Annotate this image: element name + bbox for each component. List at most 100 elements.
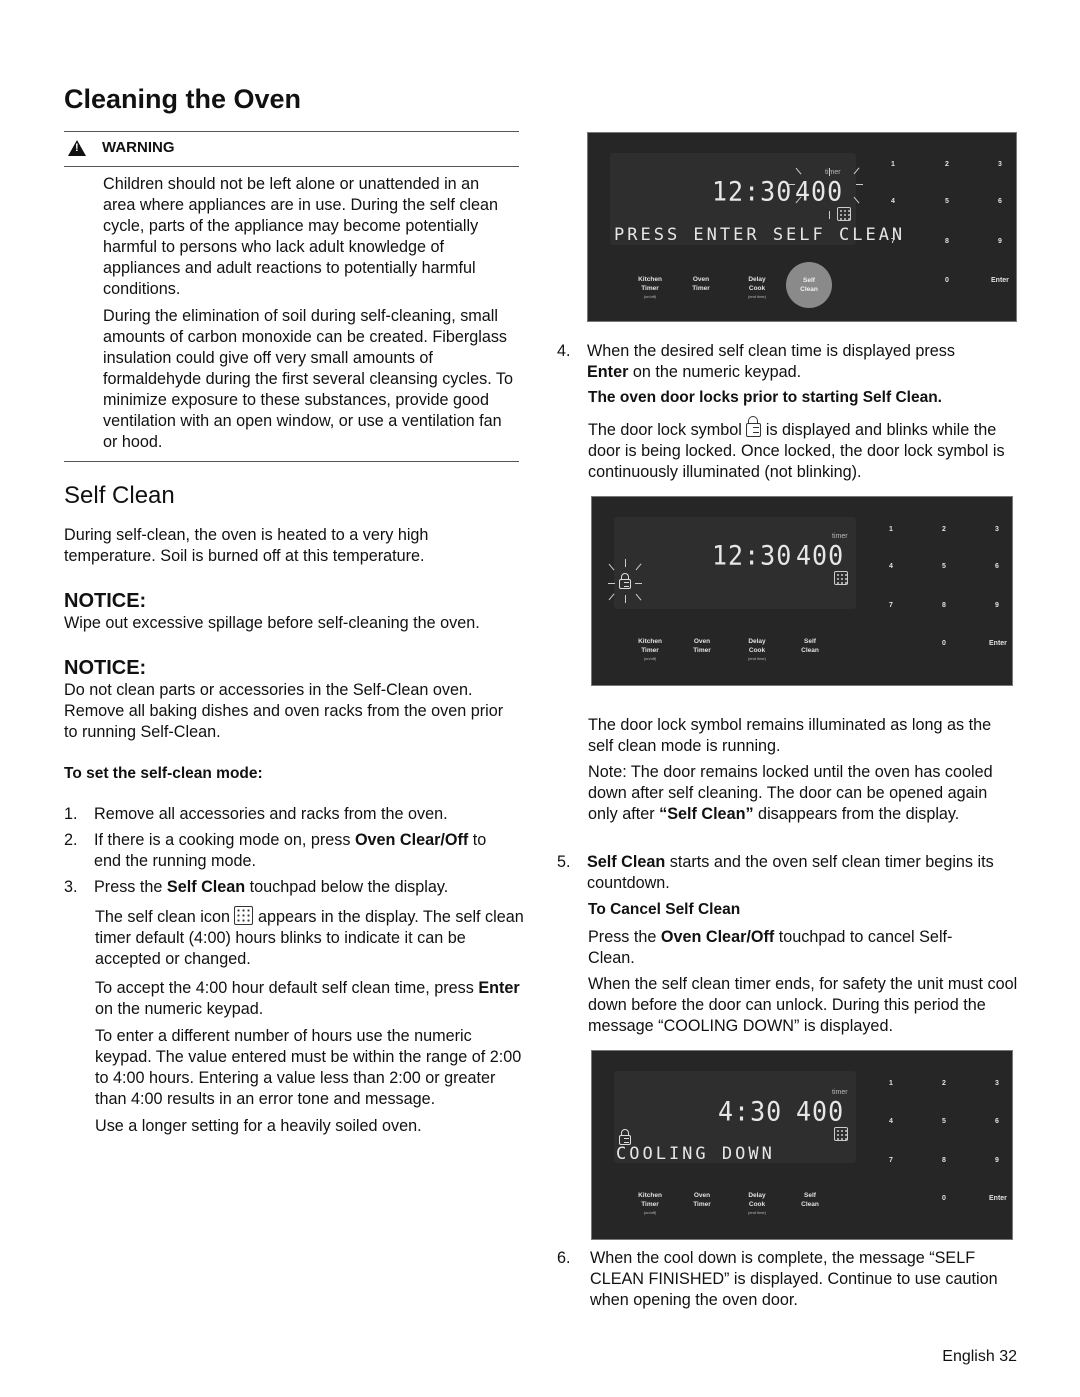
clock-readout: 12:30 — [712, 540, 793, 571]
timer-readout: 400 — [796, 540, 845, 571]
keypad-key[interactable]: 7 — [891, 238, 895, 245]
notice-text: Do not clean parts or accessories in the… — [64, 681, 504, 741]
keypad-key[interactable]: 4 — [891, 198, 895, 205]
keypad-key[interactable]: 5 — [942, 1118, 946, 1125]
keypad-key[interactable]: 9 — [995, 602, 999, 609]
page-footer: English 32 — [942, 1348, 1017, 1365]
keypad-key[interactable]: 8 — [945, 238, 949, 245]
blink-ray — [829, 168, 831, 176]
keypad-key[interactable]: 0 — [942, 1195, 946, 1202]
step3-different-text: To enter a different number of hours use… — [95, 1027, 522, 1108]
keypad-key[interactable]: 7 — [889, 1157, 893, 1164]
self-clean-icon — [834, 571, 848, 585]
kitchen-timer-button[interactable]: Kitchen Timer (on/off) — [620, 1191, 680, 1216]
section-heading: Self Clean — [64, 482, 175, 509]
set-mode-heading: To set the self-clean mode: — [64, 765, 263, 782]
oven-control-panel: 12:30 timer 400 Kitchen Timer (on/off) Ove… — [591, 496, 1013, 686]
keypad-key[interactable]: 1 — [891, 161, 895, 168]
warning-header: WARNING — [68, 139, 175, 156]
keypad-key[interactable]: 8 — [942, 1157, 946, 1164]
keypad-key[interactable]: 0 — [945, 277, 949, 284]
oven-control-panel: 12:30 timer 400 PRESS ENTER SELF CLEAN K… — [587, 132, 1017, 322]
timer-readout: 400 — [796, 1096, 845, 1127]
cooling-text: When the self clean timer ends, for safe… — [588, 975, 1018, 1035]
notice-text: Wipe out excessive spillage before self-… — [64, 614, 480, 632]
delay-cook-button[interactable]: Delay Cook (end time) — [727, 275, 787, 300]
kitchen-timer-button[interactable]: Kitchen Timer (on/off) — [620, 637, 680, 662]
self-clean-icon — [837, 207, 851, 221]
keypad-key[interactable]: 0 — [942, 640, 946, 647]
lock-heading: The oven door locks prior to starting Se… — [588, 389, 942, 406]
cancel-text: Press the Oven Clear/Off touchpad to can… — [588, 928, 953, 967]
timer-label: timer — [832, 533, 848, 540]
blink-ray — [635, 583, 642, 585]
keypad-key[interactable]: 6 — [995, 1118, 999, 1125]
list-item: 2. If there is a cooking mode on, press … — [64, 831, 487, 870]
lock-text: The door lock symbol is displayed and bl… — [588, 416, 1005, 481]
keypad-key[interactable]: 2 — [942, 526, 946, 533]
keypad-key[interactable]: 9 — [998, 238, 1002, 245]
self-clean-button[interactable]: Self Clean — [780, 1191, 840, 1209]
timer-label: timer — [832, 1089, 848, 1096]
blink-ray — [625, 595, 627, 603]
delay-cook-button[interactable]: Delay Cook (end time) — [727, 637, 787, 662]
delay-cook-button[interactable]: Delay Cook (end time) — [727, 1191, 787, 1216]
warning-paragraph: Children should not be left alone or una… — [103, 175, 499, 298]
keypad-key[interactable]: 9 — [995, 1157, 999, 1164]
clock-readout: 4:30 — [718, 1096, 783, 1127]
warning-label: WARNING — [102, 139, 175, 156]
blink-ray — [608, 583, 615, 585]
self-clean-icon — [834, 1127, 848, 1141]
keypad-key[interactable]: 7 — [889, 602, 893, 609]
timer-readout: 400 — [795, 176, 844, 207]
oven-timer-button[interactable]: Oven Timer — [672, 637, 732, 655]
blink-ray — [625, 559, 627, 567]
keypad-key[interactable]: 3 — [998, 161, 1002, 168]
enter-key[interactable]: Enter — [989, 640, 1007, 647]
oven-timer-button[interactable]: Oven Timer — [672, 1191, 732, 1209]
warning-triangle-icon — [68, 139, 86, 156]
keypad-key[interactable]: 3 — [995, 1080, 999, 1087]
door-lock-icon — [619, 573, 631, 589]
self-clean-button[interactable]: Self Clean — [786, 262, 832, 308]
keypad-key[interactable]: 1 — [889, 1080, 893, 1087]
oven-timer-button[interactable]: Oven Timer — [671, 275, 731, 293]
door-lock-icon — [746, 416, 762, 437]
cancel-heading: To Cancel Self Clean — [588, 901, 741, 918]
divider — [64, 131, 519, 132]
keypad-key[interactable]: 5 — [942, 563, 946, 570]
notice-label: NOTICE: — [64, 657, 147, 679]
divider — [64, 166, 519, 167]
blink-ray — [829, 211, 831, 219]
enter-key[interactable]: Enter — [991, 277, 1009, 284]
enter-key[interactable]: Enter — [989, 1195, 1007, 1202]
keypad-key[interactable]: 5 — [945, 198, 949, 205]
oven-control-panel: 4:30 timer 400 COOLING DOWN Kitchen Timer… — [591, 1050, 1013, 1240]
warning-paragraph: During the elimination of soil during se… — [103, 307, 513, 451]
self-clean-button[interactable]: Self Clean — [780, 637, 840, 655]
timer-label: timer — [825, 169, 841, 176]
blink-ray — [788, 184, 795, 186]
keypad-key[interactable]: 4 — [889, 1118, 893, 1125]
keypad-key[interactable]: 2 — [945, 161, 949, 168]
lock-remains-text: The door lock symbol remains illuminated… — [588, 716, 992, 755]
keypad-key[interactable]: 6 — [995, 563, 999, 570]
self-clean-icon — [234, 906, 254, 925]
divider — [64, 461, 519, 462]
lcd-message: COOLING DOWN — [616, 1144, 775, 1164]
intro-text: During self-clean, the oven is heated to… — [64, 526, 429, 565]
clock-readout: 12:30 — [712, 176, 793, 207]
keypad-key[interactable]: 8 — [942, 602, 946, 609]
step3-accept-text: To accept the 4:00 hour default self cle… — [95, 979, 520, 1018]
page-title: Cleaning the Oven — [64, 84, 302, 114]
keypad-key[interactable]: 2 — [942, 1080, 946, 1087]
note-text: Note: The door remains locked until the … — [588, 763, 993, 823]
keypad-key[interactable]: 4 — [889, 563, 893, 570]
lcd-message: PRESS ENTER SELF CLEAN — [614, 225, 906, 245]
keypad-key[interactable]: 6 — [998, 198, 1002, 205]
step3-longer-text: Use a longer setting for a heavily soile… — [95, 1117, 422, 1135]
notice-label: NOTICE: — [64, 590, 147, 612]
keypad-key[interactable]: 1 — [889, 526, 893, 533]
blink-ray — [856, 184, 863, 186]
keypad-key[interactable]: 3 — [995, 526, 999, 533]
